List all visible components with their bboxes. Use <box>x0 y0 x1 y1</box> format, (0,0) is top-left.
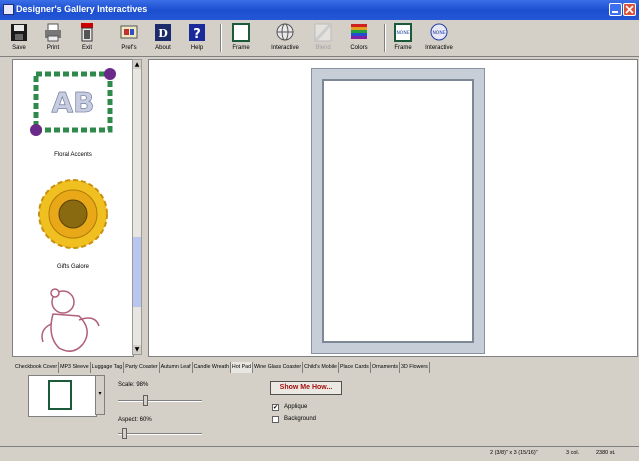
hot-pad-frame <box>311 68 485 354</box>
design-item-floral-accents[interactable]: AB Floral Accents <box>13 62 133 162</box>
background-label: Background <box>284 416 317 422</box>
tab-luggage-tag[interactable]: Luggage Tag <box>91 362 125 373</box>
toolbar: Save Print Exit Pref's D About ? Help Fr… <box>0 20 639 57</box>
aspect-label: Aspect: 60% <box>118 417 152 423</box>
background-checkbox[interactable] <box>272 416 279 423</box>
design-item-teddy-bear[interactable] <box>13 278 133 356</box>
design-canvas[interactable] <box>148 59 638 357</box>
help-icon: ? <box>189 24 205 42</box>
colors-button[interactable]: Colors <box>344 22 374 54</box>
floral-accents-thumbnail: AB <box>30 68 116 136</box>
aspect-slider[interactable] <box>118 428 202 439</box>
teddy-bear-thumbnail <box>41 288 100 352</box>
tab-childs-mobile[interactable]: Child's Mobile <box>303 362 339 373</box>
svg-text:AB: AB <box>51 86 94 119</box>
status-bar: 2 (3/8)" x 3 (15/16)" 3 col. 2380 st. <box>0 446 639 461</box>
blend-button[interactable]: Blend <box>308 22 338 54</box>
scroll-up-arrow[interactable]: ▲ <box>133 60 141 69</box>
scale-slider[interactable] <box>118 395 202 406</box>
tab-place-cards[interactable]: Place Cards <box>339 362 371 373</box>
interactive-label: Interactive <box>271 45 299 51</box>
status-stitches: 2380 st. <box>596 450 616 456</box>
none-badge: NONE <box>396 30 409 36</box>
print-label: Print <box>46 45 60 51</box>
interactive-none-label: Interactive <box>425 45 453 51</box>
design-caption: Floral Accents <box>54 152 92 158</box>
close-icon <box>625 5 634 14</box>
scroll-down-arrow[interactable]: ▼ <box>133 345 141 354</box>
shape-preview-square <box>48 380 72 410</box>
interactive-none-button[interactable]: NONE Interactive <box>424 22 454 54</box>
frame-inner-area <box>322 79 474 343</box>
tab-mp3-sleeve[interactable]: MP3 Sleeve <box>59 362 91 373</box>
about-icon: D <box>155 24 171 41</box>
aspect-slider-knob[interactable] <box>121 428 127 439</box>
svg-text:D: D <box>158 27 168 40</box>
svg-text:?: ? <box>193 27 201 42</box>
toolbar-separator <box>220 24 222 52</box>
tab-3d-flowers[interactable]: 3D Flowers <box>400 362 430 373</box>
blend-icon <box>314 23 332 42</box>
tab-party-coaster[interactable]: Party Coaster <box>124 362 160 373</box>
tab-autumn-leaf[interactable]: Autumn Leaf <box>160 362 193 373</box>
app-icon <box>3 4 14 15</box>
interactive-globe-icon <box>276 23 294 41</box>
tab-checkbook-cover[interactable]: Checkbook Cover <box>14 362 60 373</box>
blend-label: Blend <box>315 45 331 51</box>
colors-icon <box>351 24 367 39</box>
colors-label: Colors <box>350 45 368 51</box>
exit-button[interactable]: Exit <box>72 22 102 54</box>
none-frame-icon: NONE <box>394 23 412 42</box>
status-size: 2 (3/8)" x 3 (15/16)" <box>490 450 538 456</box>
checkmark-icon: ✔ <box>273 404 279 411</box>
printer-icon <box>45 23 61 42</box>
exit-label: Exit <box>81 45 92 51</box>
minimize-icon <box>612 11 618 13</box>
tab-candle-wreath[interactable]: Candle Wreath <box>193 362 231 373</box>
minimize-button[interactable] <box>609 3 622 16</box>
scale-slider-knob[interactable] <box>142 395 148 406</box>
show-me-how-button[interactable]: Show Me How... <box>270 381 342 395</box>
toolbar-separator <box>384 24 386 52</box>
preferences-icon <box>120 25 138 39</box>
tab-wine-glass-coaster[interactable]: Wine Glass Coaster <box>253 362 304 373</box>
frame-icon <box>232 23 250 42</box>
design-item-gifts-galore[interactable]: Gifts Galore <box>13 170 133 270</box>
sunflower-thumbnail <box>38 179 108 249</box>
print-button[interactable]: Print <box>38 22 68 54</box>
help-button[interactable]: ? Help <box>182 22 212 54</box>
window-title: Designer's Gallery Interactives <box>16 4 148 14</box>
title-bar: Designer's Gallery Interactives <box>0 0 639 20</box>
frame-label: Frame <box>232 45 250 51</box>
frame-none-button[interactable]: NONE Frame <box>388 22 418 54</box>
help-label: Help <box>190 45 204 51</box>
tab-ornaments[interactable]: Ornaments <box>371 362 401 373</box>
floppy-disk-icon <box>11 24 27 41</box>
interactive-button[interactable]: Interactive <box>270 22 300 54</box>
none-interactive-icon: NONE <box>430 23 448 41</box>
scroll-thumb[interactable] <box>133 237 141 307</box>
shape-preview <box>28 375 97 417</box>
gallery-scrollbar[interactable]: ▲ ▼ <box>132 59 142 355</box>
save-label: Save <box>12 45 26 51</box>
shape-dropdown-button[interactable]: ▾ <box>95 375 105 415</box>
about-button[interactable]: D About <box>148 22 178 54</box>
exit-door-icon <box>81 23 93 42</box>
none-badge: NONE <box>432 30 445 36</box>
frame-button[interactable]: Frame <box>226 22 256 54</box>
close-button[interactable] <box>623 3 636 16</box>
project-tabs: Checkbook Cover MP3 Sleeve Luggage Tag Part… <box>14 362 430 373</box>
preferences-label: Pref's <box>121 45 137 51</box>
status-colors: 3 col. <box>566 450 580 456</box>
design-gallery[interactable]: AB Floral Accents Gifts Galore <box>12 59 134 357</box>
about-label: About <box>155 45 171 51</box>
tab-hot-pad[interactable]: Hot Pad <box>230 362 254 373</box>
design-caption: Gifts Galore <box>56 264 89 270</box>
preferences-button[interactable]: Pref's <box>114 22 144 54</box>
applique-checkbox[interactable]: ✔ <box>272 404 279 411</box>
frame-none-label: Frame <box>394 45 412 51</box>
applique-label: Applique <box>284 404 308 410</box>
save-button[interactable]: Save <box>4 22 34 54</box>
scale-label: Scale: 98% <box>118 382 149 388</box>
